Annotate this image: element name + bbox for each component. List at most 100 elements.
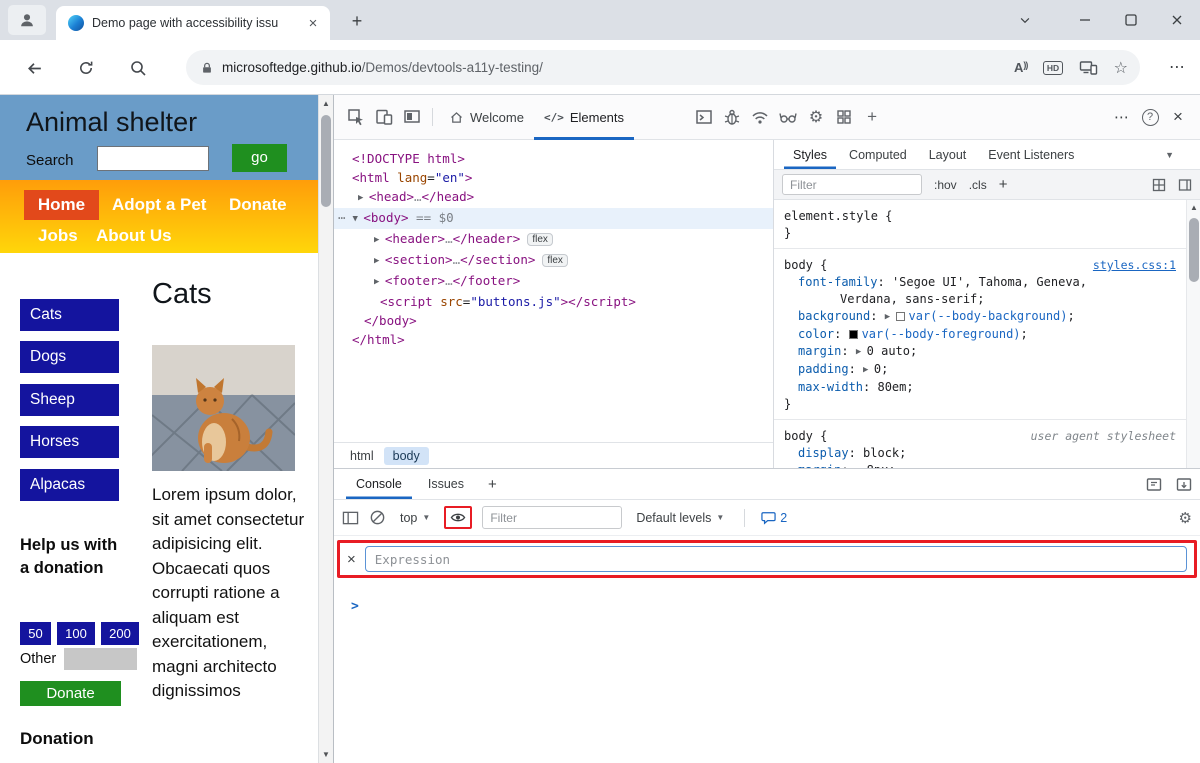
tab-welcome[interactable]: Welcome <box>439 95 534 140</box>
nav-about-us[interactable]: About Us <box>96 226 172 246</box>
live-expression-input[interactable] <box>365 546 1187 572</box>
category-alpacas-button[interactable]: Alpacas <box>20 469 119 501</box>
default-levels-select[interactable]: Default levels▼ <box>632 511 728 525</box>
page-nav: Home Adopt a Pet Donate Jobs About Us <box>0 180 318 253</box>
devtools-more-menu-icon[interactable]: ⋯ <box>1108 103 1136 131</box>
read-aloud-icon[interactable]: A)) <box>1014 60 1027 75</box>
styles-tabs-chevron-icon[interactable]: ▼ <box>1165 150 1174 160</box>
remove-expression-icon[interactable]: × <box>347 551 356 568</box>
clear-console-icon[interactable] <box>369 509 386 526</box>
device-emulation-icon[interactable] <box>370 103 398 131</box>
send-to-devices-icon[interactable] <box>1079 59 1098 76</box>
amount-100-button[interactable]: 100 <box>57 622 95 645</box>
inspect-icon[interactable] <box>342 103 370 131</box>
console-filter-input[interactable] <box>482 506 622 529</box>
issues-counter[interactable]: 2 <box>761 511 787 525</box>
tab-elements[interactable]: </> Elements <box>534 95 634 140</box>
console-tool-icon[interactable] <box>690 103 718 131</box>
amount-200-button[interactable]: 200 <box>101 622 139 645</box>
live-expression-highlight <box>444 506 472 529</box>
execution-context-select[interactable]: top▼ <box>396 511 434 525</box>
profile-button[interactable] <box>8 5 46 35</box>
toolbar-divider <box>432 108 433 126</box>
go-button[interactable]: go <box>232 144 287 172</box>
scroll-up-icon[interactable]: ▲ <box>319 99 333 108</box>
nav-donate[interactable]: Donate <box>229 195 287 215</box>
tab-close-icon[interactable]: × <box>304 15 322 32</box>
computed-sidebar-icon[interactable] <box>1178 178 1192 192</box>
tab-console[interactable]: Console <box>346 469 412 499</box>
nav-jobs[interactable]: Jobs <box>38 226 78 246</box>
donate-button[interactable]: Donate <box>20 681 121 706</box>
address-bar[interactable]: microsoftedge.github.io/Demos/devtools-a… <box>186 50 1140 85</box>
styles-scrollbar-thumb[interactable] <box>1189 218 1199 282</box>
console-prompt[interactable]: > <box>351 599 359 614</box>
styles-scrollbar[interactable]: ▲ <box>1186 200 1200 468</box>
console-sidebar-icon[interactable] <box>342 510 359 526</box>
nav-adopt-a-pet[interactable]: Adopt a Pet <box>112 195 206 215</box>
dom-tree-pane[interactable]: <!DOCTYPE html><html lang="en">▶ <head>…… <box>334 140 773 468</box>
scrollbar-thumb[interactable] <box>321 115 331 207</box>
favorites-star-icon[interactable]: ☆ <box>1114 58 1128 78</box>
network-wifi-icon[interactable] <box>746 103 774 131</box>
user-agent-style-block[interactable]: body {user agent stylesheetdisplay: bloc… <box>774 420 1186 468</box>
close-button[interactable] <box>1154 0 1200 40</box>
styles-scroll-up-icon[interactable]: ▲ <box>1187 203 1200 212</box>
site-search-input[interactable] <box>97 146 209 171</box>
refresh-button[interactable] <box>74 56 98 80</box>
application-grid-icon[interactable] <box>830 103 858 131</box>
breadcrumb-html[interactable]: html <box>344 447 380 465</box>
styles-tabs: Styles Computed Layout Event Listeners ▼ <box>774 140 1200 170</box>
more-tools-plus-icon[interactable]: + <box>858 103 886 131</box>
tab-styles[interactable]: Styles <box>784 140 836 169</box>
debugger-bug-icon[interactable] <box>718 103 746 131</box>
maximize-button[interactable] <box>1108 0 1154 40</box>
console-settings-gear-icon[interactable]: ⚙ <box>1179 509 1192 527</box>
css-overview-glasses-icon[interactable] <box>774 103 802 131</box>
new-tab-button[interactable]: + <box>344 9 370 33</box>
tab-issues[interactable]: Issues <box>418 469 474 499</box>
nav-home[interactable]: Home <box>24 190 99 220</box>
devtools-help-icon[interactable]: ? <box>1136 103 1164 131</box>
body-style-block[interactable]: body {styles.css:1font-family: 'Segoe UI… <box>774 249 1186 420</box>
category-horses-button[interactable]: Horses <box>20 426 119 458</box>
person-icon <box>18 11 36 29</box>
tab-welcome-label: Welcome <box>470 110 524 125</box>
hov-button[interactable]: :hov <box>934 178 957 192</box>
search-icon[interactable] <box>126 56 150 80</box>
element-state-grid-icon[interactable] <box>1152 178 1166 192</box>
styles-filter-input[interactable] <box>782 174 922 195</box>
browser-tab[interactable]: Demo page with accessibility issu × <box>56 6 330 40</box>
tab-event-listeners[interactable]: Event Listeners <box>979 140 1083 169</box>
settings-more-icon[interactable]: ⋯ <box>1169 57 1186 77</box>
tab-computed[interactable]: Computed <box>840 140 916 169</box>
cat-photo <box>152 345 295 471</box>
breadcrumb-body[interactable]: body <box>384 447 429 465</box>
console-add-tab-icon[interactable]: + <box>480 469 505 499</box>
scroll-down-icon[interactable]: ▼ <box>319 750 333 759</box>
expand-drawer-icon[interactable] <box>1176 477 1192 492</box>
create-live-expression-eye-icon[interactable] <box>449 510 467 525</box>
chevron-down-icon[interactable] <box>1002 0 1048 40</box>
element-style-block[interactable]: element.style {} <box>774 200 1186 249</box>
new-style-rule-icon[interactable]: + <box>999 176 1008 193</box>
amount-50-button[interactable]: 50 <box>20 622 51 645</box>
dom-tree[interactable]: <!DOCTYPE html><html lang="en">▶ <head>…… <box>334 140 773 442</box>
page-scrollbar[interactable]: ▲ ▼ <box>318 95 333 763</box>
tab-layout[interactable]: Layout <box>920 140 976 169</box>
cls-button[interactable]: .cls <box>969 178 987 192</box>
back-button[interactable] <box>22 56 46 80</box>
category-cats-button[interactable]: Cats <box>20 299 119 331</box>
dock-panel-icon[interactable] <box>1146 477 1162 492</box>
category-sheep-button[interactable]: Sheep <box>20 384 119 416</box>
minimize-button[interactable] <box>1062 0 1108 40</box>
toggle-screencast-icon[interactable] <box>398 103 426 131</box>
breadcrumb: html body <box>334 442 773 468</box>
other-amount-input[interactable] <box>64 648 137 670</box>
devtools-window-controls: ⋯ ? × <box>1108 103 1192 131</box>
devtools-close-icon[interactable]: × <box>1164 103 1192 131</box>
styles-rules[interactable]: element.style {} body {styles.css:1font-… <box>774 200 1186 468</box>
hd-icon[interactable]: HD <box>1043 61 1062 75</box>
settings-gear-tool-icon[interactable]: ⚙ <box>802 103 830 131</box>
category-dogs-button[interactable]: Dogs <box>20 341 119 373</box>
